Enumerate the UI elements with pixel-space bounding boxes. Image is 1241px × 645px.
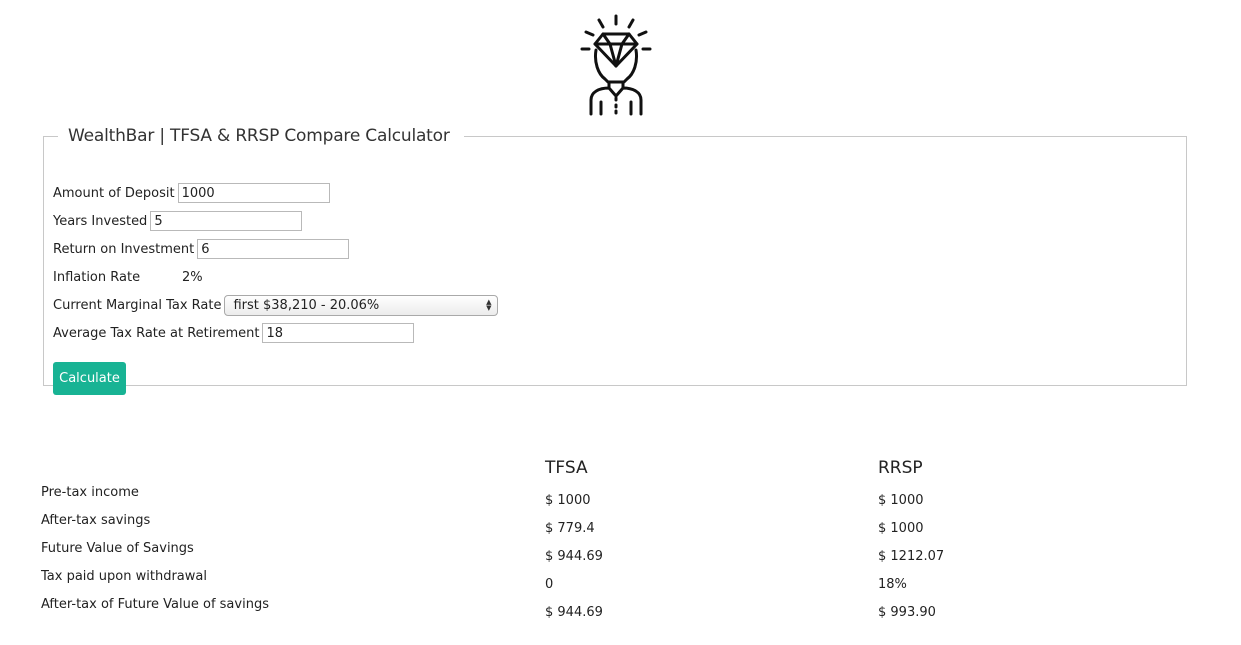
inflation-row: Inflation Rate 2% bbox=[53, 265, 203, 289]
inflation-label: Inflation Rate bbox=[53, 269, 141, 285]
years-input[interactable] bbox=[150, 211, 303, 231]
rrsp-after-tax-savings: $ 1000 bbox=[878, 521, 924, 536]
marginal-tax-select[interactable]: first $38,210 - 20.06% ▲ ▼ bbox=[224, 294, 499, 316]
tfsa-pre-tax-income: $ 1000 bbox=[545, 493, 591, 508]
rrsp-pre-tax-income: $ 1000 bbox=[878, 493, 924, 508]
select-arrows-icon: ▲ ▼ bbox=[486, 298, 492, 312]
tfsa-after-tax-savings: $ 779.4 bbox=[545, 521, 595, 536]
tfsa-column-header: TFSA bbox=[545, 458, 588, 478]
return-input[interactable] bbox=[197, 239, 350, 259]
row-label-tax-withdrawal: Tax paid upon withdrawal bbox=[41, 569, 207, 584]
years-row: Years Invested bbox=[53, 209, 303, 233]
retirement-tax-row: Average Tax Rate at Retirement bbox=[53, 321, 415, 345]
calculator-title: WealthBar | TFSA & RRSP Compare Calculat… bbox=[68, 126, 450, 146]
diamond-head-person-icon bbox=[580, 14, 652, 116]
row-label-pre-tax-income: Pre-tax income bbox=[41, 485, 139, 500]
inflation-value: 2% bbox=[182, 269, 203, 285]
retirement-tax-label: Average Tax Rate at Retirement bbox=[53, 325, 260, 341]
tfsa-future-value: $ 944.69 bbox=[545, 549, 603, 564]
marginal-tax-row: Current Marginal Tax Rate first $38,210 … bbox=[53, 293, 499, 317]
row-label-future-value: Future Value of Savings bbox=[41, 541, 194, 556]
rrsp-tax-withdrawal: 18% bbox=[878, 577, 907, 592]
marginal-tax-selected: first $38,210 - 20.06% bbox=[233, 297, 380, 313]
return-label: Return on Investment bbox=[53, 241, 195, 257]
rrsp-after-tax-future-value: $ 993.90 bbox=[878, 605, 936, 620]
return-row: Return on Investment bbox=[53, 237, 350, 261]
row-label-after-tax-savings: After-tax savings bbox=[41, 513, 151, 528]
rrsp-column-header: RRSP bbox=[878, 458, 923, 478]
row-label-after-tax-future-value: After-tax of Future Value of savings bbox=[41, 597, 269, 612]
tfsa-after-tax-future-value: $ 944.69 bbox=[545, 605, 603, 620]
calculate-button[interactable]: Calculate bbox=[53, 362, 126, 395]
deposit-input[interactable] bbox=[177, 183, 330, 203]
calculator-form: WealthBar | TFSA & RRSP Compare Calculat… bbox=[43, 126, 1187, 395]
tfsa-tax-withdrawal: 0 bbox=[545, 577, 554, 592]
years-label: Years Invested bbox=[53, 213, 148, 229]
page: WealthBar | TFSA & RRSP Compare Calculat… bbox=[0, 0, 1241, 645]
deposit-row: Amount of Deposit bbox=[53, 181, 330, 205]
rrsp-future-value: $ 1212.07 bbox=[878, 549, 945, 564]
marginal-tax-label: Current Marginal Tax Rate bbox=[53, 297, 222, 313]
retirement-tax-input[interactable] bbox=[262, 323, 415, 343]
deposit-label: Amount of Deposit bbox=[53, 185, 175, 201]
